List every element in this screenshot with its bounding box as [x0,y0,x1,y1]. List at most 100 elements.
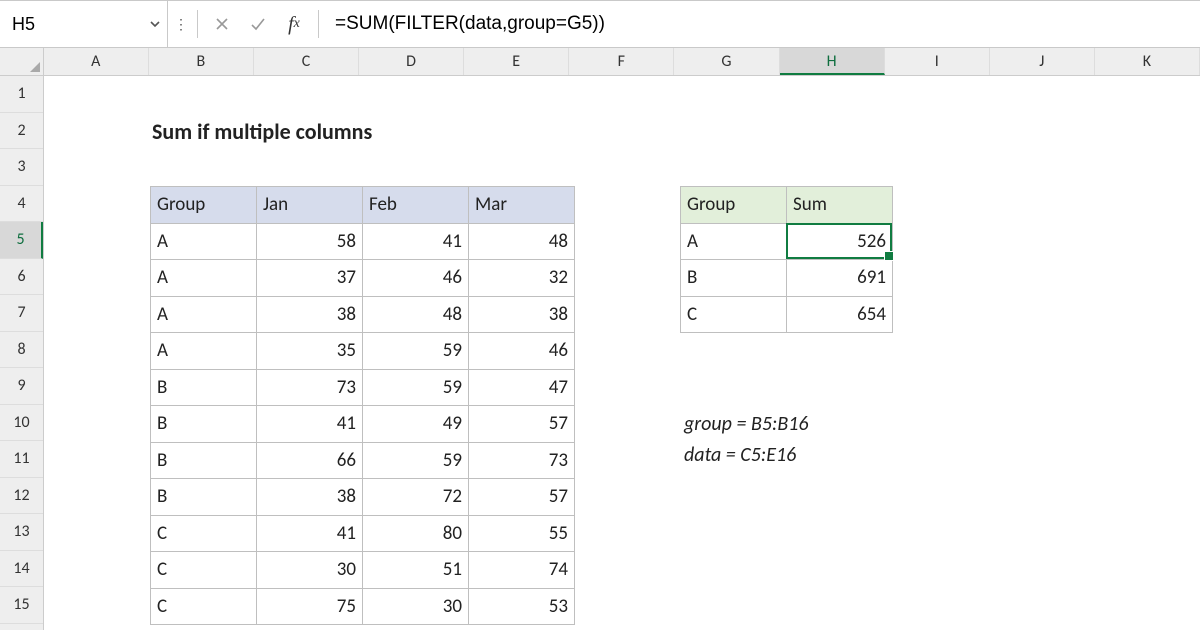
column-header[interactable]: D [359,48,464,75]
row-header[interactable]: 10 [0,405,43,442]
table-cell[interactable]: 57 [469,406,575,443]
table-cell[interactable]: 59 [363,369,469,406]
table-cell[interactable]: 30 [257,552,363,589]
table-row: A384838 [151,296,575,333]
table-cell[interactable]: A [151,260,257,297]
table-cell[interactable]: 73 [469,442,575,479]
table-cell[interactable]: 46 [363,260,469,297]
row-header[interactable]: 9 [0,368,43,405]
table-cell[interactable]: C [151,588,257,625]
row-header[interactable]: 7 [0,295,43,332]
row-header[interactable]: 1 [0,76,43,113]
table-cell[interactable]: 38 [469,296,575,333]
table-cell[interactable]: 59 [363,442,469,479]
table-cell[interactable]: 80 [363,515,469,552]
column-header[interactable]: I [885,48,990,75]
table-row: B691 [681,260,893,297]
column-header[interactable]: B [149,48,254,75]
table-row: A374632 [151,260,575,297]
table-cell[interactable]: 47 [469,369,575,406]
cancel-icon[interactable] [204,1,240,47]
table-row: A584148 [151,223,575,260]
table-cell[interactable]: A [151,333,257,370]
table-cell[interactable]: 41 [363,223,469,260]
row-header[interactable]: 12 [0,478,43,515]
worksheet[interactable]: Sum if multiple columns GroupJanFebMar A… [44,76,1200,630]
column-header[interactable]: A [44,48,149,75]
table-row: C305174 [151,552,575,589]
table-row: B387257 [151,479,575,516]
table-cell[interactable]: B [151,442,257,479]
table-cell[interactable]: 74 [469,552,575,589]
data-table: GroupJanFebMar A584148A374632A384838A355… [150,186,575,625]
table-cell[interactable]: C [151,515,257,552]
table-cell[interactable]: B [151,369,257,406]
table-cell[interactable]: 66 [257,442,363,479]
table-cell[interactable]: 32 [469,260,575,297]
column-header[interactable]: G [674,48,779,75]
row-header[interactable]: 5 [0,222,43,259]
column-header[interactable]: J [990,48,1095,75]
table-cell[interactable]: C [151,552,257,589]
table-cell[interactable]: 46 [469,333,575,370]
table-cell[interactable]: 72 [363,479,469,516]
enter-icon[interactable] [240,1,276,47]
table-cell[interactable]: 53 [469,588,575,625]
table-cell[interactable]: 41 [257,406,363,443]
row-header[interactable]: 15 [0,587,43,624]
column-header[interactable]: F [569,48,674,75]
table-cell[interactable]: A [151,223,257,260]
column-header[interactable]: H [780,48,885,75]
name-box[interactable] [0,1,148,47]
row-header[interactable]: 2 [0,113,43,150]
name-box-wrap [0,1,168,47]
row-header[interactable]: 11 [0,441,43,478]
table-cell[interactable]: B [681,260,787,297]
table-cell[interactable]: 38 [257,296,363,333]
table-cell[interactable]: 48 [469,223,575,260]
column-header[interactable]: K [1095,48,1200,75]
table-cell[interactable]: C [681,296,787,333]
drag-handle-icon[interactable]: ⋮ [168,16,191,33]
table-cell[interactable]: A [681,223,787,260]
column-header[interactable]: E [464,48,569,75]
row-header[interactable]: 8 [0,332,43,369]
table-cell[interactable]: 41 [257,515,363,552]
note-line: data = C5:E16 [684,440,809,471]
row-header[interactable]: 13 [0,514,43,551]
table-cell[interactable]: 55 [469,515,575,552]
row-header[interactable]: 6 [0,259,43,296]
table-cell[interactable]: 526 [787,223,893,260]
table-header: Feb [363,187,469,224]
table-cell[interactable]: 49 [363,406,469,443]
select-all-corner[interactable] [0,48,44,75]
table-cell[interactable]: 51 [363,552,469,589]
row-header[interactable]: 4 [0,186,43,223]
fx-icon[interactable]: fx [276,1,312,47]
table-cell[interactable]: B [151,479,257,516]
formula-input[interactable] [325,1,1200,47]
table-row: B665973 [151,442,575,479]
named-range-notes: group = B5:B16 data = C5:E16 [684,409,809,471]
column-header[interactable]: C [254,48,359,75]
table-cell[interactable]: 58 [257,223,363,260]
table-cell[interactable]: 691 [787,260,893,297]
table-header: Group [681,187,787,224]
table-cell[interactable]: 57 [469,479,575,516]
table-cell[interactable]: 654 [787,296,893,333]
row-header[interactable]: 3 [0,149,43,186]
table-cell[interactable]: 75 [257,588,363,625]
formula-bar: ⋮ fx [0,0,1200,48]
table-cell[interactable]: 37 [257,260,363,297]
table-cell[interactable]: 35 [257,333,363,370]
table-cell[interactable]: A [151,296,257,333]
row-header[interactable]: 14 [0,551,43,588]
table-cell[interactable]: 59 [363,333,469,370]
table-cell[interactable]: 73 [257,369,363,406]
table-row: B414957 [151,406,575,443]
table-cell[interactable]: 30 [363,588,469,625]
table-cell[interactable]: B [151,406,257,443]
table-cell[interactable]: 38 [257,479,363,516]
table-cell[interactable]: 48 [363,296,469,333]
chevron-down-icon[interactable] [148,18,161,30]
